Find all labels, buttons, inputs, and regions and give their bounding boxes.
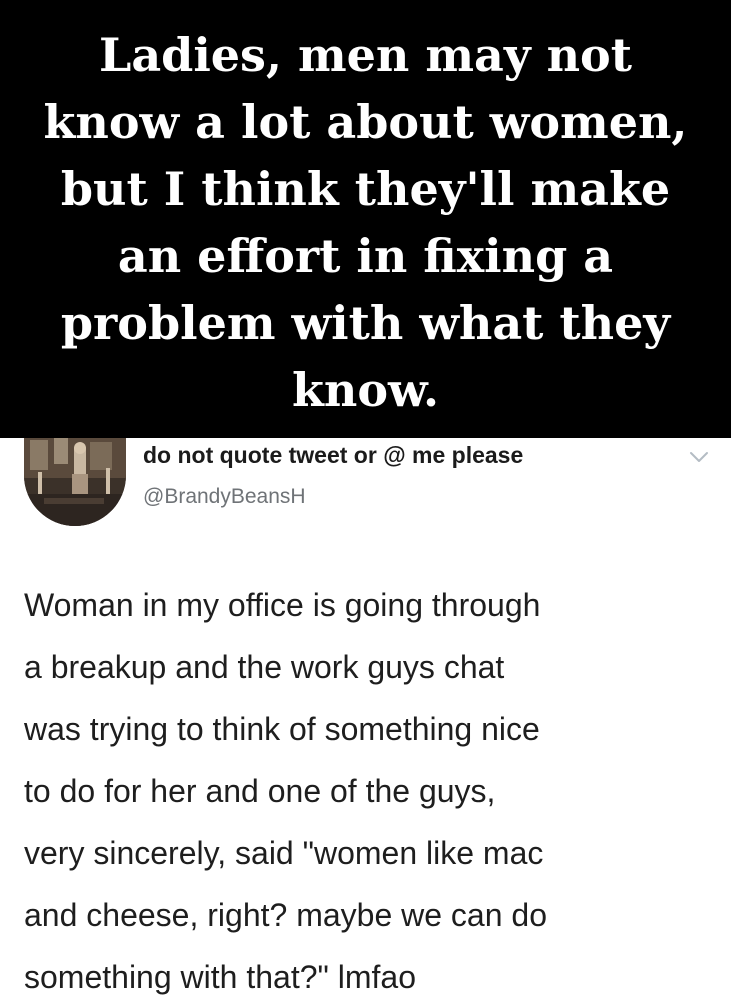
tweet-text-line: Woman in my office is going through — [24, 587, 541, 623]
tweet-text-line: very sincerely, said "women like mac — [24, 835, 544, 871]
caption-line: but I think they'll make — [60, 162, 671, 216]
display-name[interactable]: do not quote tweet or @ me please — [143, 440, 523, 470]
meme-caption-panel: Ladies, men may not know a lot about wom… — [0, 0, 731, 438]
avatar[interactable] — [24, 438, 126, 526]
chevron-down-icon[interactable] — [688, 450, 710, 464]
tweet-text-line: was trying to think of something nice — [24, 711, 540, 747]
caption-line: problem with what they — [60, 296, 671, 350]
caption-line: know. — [292, 363, 439, 417]
tweet-text-line: to do for her and one of the guys, — [24, 773, 496, 809]
caption-line: know a lot about women, — [43, 95, 688, 149]
tweet-text-line: a breakup and the work guys chat — [24, 649, 505, 685]
tweet-text-line: something with that?" lmfao — [24, 959, 416, 995]
tweet-text-line: and cheese, right? maybe we can do — [24, 897, 547, 933]
profile-photo-icon — [24, 438, 126, 526]
caption-line: Ladies, men may not — [99, 28, 632, 82]
tweet-text: Woman in my office is going through a br… — [24, 574, 724, 1008]
meme-caption-text: Ladies, men may not know a lot about wom… — [0, 22, 731, 424]
user-handle[interactable]: @BrandyBeansH — [143, 483, 306, 511]
caption-line: an effort in fixing a — [117, 229, 614, 283]
tweet-card: do not quote tweet or @ me please @Brand… — [0, 438, 731, 1008]
